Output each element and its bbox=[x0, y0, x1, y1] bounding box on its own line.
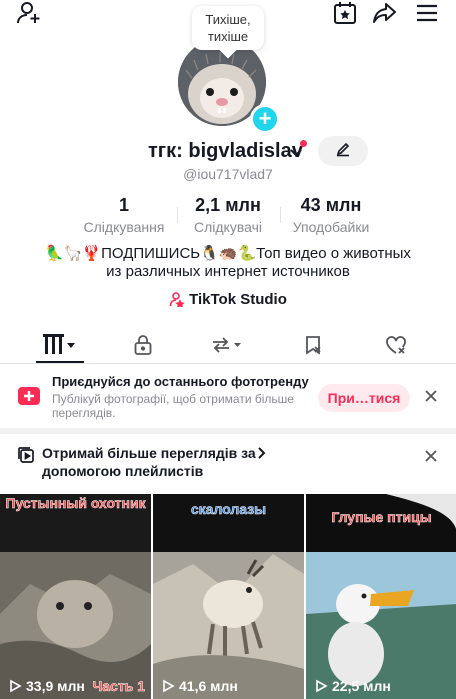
tiktok-studio-link[interactable]: TikTok Studio bbox=[0, 291, 456, 309]
stat-likes[interactable]: 43 млн Уподобайки bbox=[281, 195, 381, 235]
video-caption: Глупые птицы bbox=[331, 509, 432, 526]
photo-trend-banner: Приєднуйся до останнього фототренду Публ… bbox=[0, 368, 456, 426]
bookmark-off-icon bbox=[306, 336, 321, 355]
share-arrow-icon[interactable] bbox=[372, 0, 398, 26]
banner-subtitle: Публікуй фотографії, щоб отримати більше… bbox=[52, 392, 294, 420]
play-icon bbox=[163, 679, 175, 693]
studio-user-icon bbox=[169, 292, 185, 309]
views-label: 33,9 млн bbox=[26, 678, 85, 694]
stat-label: Слідкування bbox=[83, 219, 165, 235]
user-handle: @iou717vlad7 bbox=[183, 166, 273, 182]
close-icon[interactable] bbox=[424, 389, 438, 408]
view-count: 22,5 млн bbox=[314, 678, 391, 694]
view-count: 41,6 млн bbox=[161, 678, 238, 694]
playlist-banner-text: Отримай більше переглядів за допомогою п… bbox=[42, 445, 256, 479]
video-caption: скалолазы bbox=[190, 501, 267, 518]
video-thumbnail bbox=[153, 494, 304, 699]
add-story-plus-icon[interactable]: + bbox=[250, 104, 280, 134]
video-grid: Пустынный охотник 33,9 млн Часть 1 скало… bbox=[0, 494, 456, 699]
part-label: Часть 1 bbox=[92, 678, 145, 695]
video-tile[interactable]: скалолазы 41,6 млн bbox=[153, 494, 304, 699]
video-caption: Пустынный охотник bbox=[5, 495, 146, 512]
note-bubble[interactable]: Тихіше, тихіше bbox=[192, 6, 264, 50]
stat-following[interactable]: 1 Слідкування bbox=[74, 195, 174, 235]
playlist-icon bbox=[17, 446, 35, 469]
tab-videos[interactable] bbox=[30, 326, 90, 364]
views-label: 22,5 млн bbox=[332, 678, 391, 694]
lock-icon bbox=[134, 335, 152, 355]
repost-icon bbox=[213, 337, 241, 353]
close-icon[interactable] bbox=[424, 449, 438, 468]
username-row: тгк: bigvladislav bbox=[0, 136, 456, 166]
edit-profile-button[interactable] bbox=[318, 136, 368, 166]
chevron-right-icon[interactable] bbox=[256, 446, 266, 465]
play-icon bbox=[10, 679, 22, 693]
view-count: 33,9 млн bbox=[8, 678, 85, 694]
grid-bars-icon bbox=[43, 334, 75, 354]
stat-value: 1 bbox=[118, 195, 129, 215]
profile-stats: 1 Слідкування 2,1 млн Слідкувачі 43 млн … bbox=[0, 195, 456, 235]
username[interactable]: тгк: bigvladislav bbox=[148, 140, 303, 163]
tab-private[interactable] bbox=[113, 326, 173, 364]
stat-label: Слідкувачі bbox=[193, 219, 262, 235]
stat-value: 43 млн bbox=[300, 195, 362, 215]
bio-line: 🦜🦙🦞ПОДПИШИСЬ🐧🦔🐍Топ видео о животных bbox=[45, 245, 411, 262]
studio-label: TikTok Studio bbox=[189, 291, 287, 308]
profile-bio: 🦜🦙🦞ПОДПИШИСЬ🐧🦔🐍Топ видео о животных из р… bbox=[0, 245, 456, 281]
profile-tabs bbox=[0, 326, 456, 364]
join-trend-button[interactable]: При…тися bbox=[318, 384, 410, 412]
heart-off-icon bbox=[386, 336, 406, 354]
stat-label: Уподобайки bbox=[292, 219, 370, 235]
video-tile[interactable]: Пустынный охотник 33,9 млн Часть 1 bbox=[0, 494, 151, 699]
hamburger-menu-icon[interactable] bbox=[414, 0, 440, 26]
plus-photo-icon bbox=[17, 384, 41, 413]
section-divider bbox=[0, 428, 456, 434]
views-label: 41,6 млн bbox=[179, 678, 238, 694]
calendar-star-icon[interactable] bbox=[332, 0, 358, 26]
video-tile[interactable]: Глупые птицы 22,5 млн bbox=[306, 494, 456, 699]
banner-title: Приєднуйся до останнього фототренду bbox=[52, 374, 309, 389]
play-icon bbox=[316, 679, 328, 693]
pencil-icon bbox=[335, 141, 351, 162]
playlist-banner[interactable]: Отримай більше переглядів за допомогою п… bbox=[0, 436, 456, 490]
notification-dot bbox=[300, 140, 307, 147]
bio-line: из различных интернет источников bbox=[106, 263, 350, 280]
tab-favorites[interactable] bbox=[283, 326, 343, 364]
video-thumbnail bbox=[0, 494, 151, 699]
stat-value: 2,1 млн bbox=[195, 195, 261, 215]
tab-reposts[interactable] bbox=[196, 326, 256, 364]
add-user-icon[interactable] bbox=[16, 0, 42, 26]
stat-followers[interactable]: 2,1 млн Слідкувачі bbox=[178, 195, 278, 235]
tab-liked[interactable] bbox=[366, 326, 426, 364]
active-tab-indicator bbox=[36, 361, 84, 363]
